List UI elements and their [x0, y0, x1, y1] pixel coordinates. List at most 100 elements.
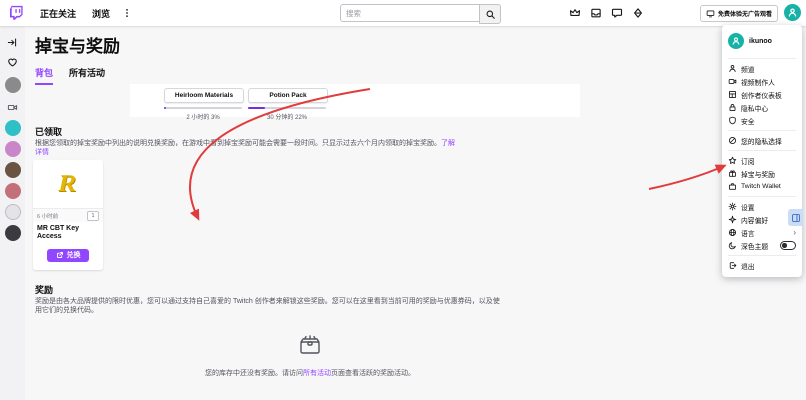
- menu-item-channel[interactable]: 频道: [722, 62, 802, 75]
- menu-item-video-producer[interactable]: 视频制作人: [722, 75, 802, 88]
- menu-item-safety[interactable]: 安全: [722, 114, 802, 127]
- user-dropdown-menu: ikunoo 频道 视频制作人 创作者仪表板 隐私中心 安全 您的隐私选择: [722, 25, 802, 277]
- person-icon: [731, 36, 741, 46]
- channel-avatar[interactable]: [5, 183, 21, 199]
- twitch-logo-icon[interactable]: [8, 5, 24, 21]
- collapsed-sidebar: [0, 26, 25, 400]
- browser-extension-widget[interactable]: [788, 209, 803, 226]
- topbar-icons: [569, 0, 644, 26]
- empty-text-pre: 您的库存中还没有奖励。请访问: [205, 370, 303, 377]
- search-bar: [340, 4, 501, 24]
- followed-channels-icon[interactable]: [0, 52, 25, 72]
- search-icon: [485, 9, 496, 20]
- channel-avatar[interactable]: [5, 120, 21, 136]
- logout-icon: [728, 261, 737, 270]
- menu-item-label: 视频制作人: [741, 77, 775, 87]
- campaign-button[interactable]: Heirloom Materials: [164, 88, 244, 103]
- turbo-trial-button[interactable]: 免费体验无广告观看: [700, 5, 778, 22]
- whispers-icon[interactable]: [611, 7, 623, 19]
- menu-item-label: 退出: [741, 261, 755, 271]
- shield-icon: [728, 116, 737, 125]
- more-menu-icon[interactable]: [122, 7, 132, 19]
- top-navigation-bar: 正在关注 浏览 免费体验无广告观看: [0, 0, 806, 26]
- all-campaigns-link[interactable]: 所有活动: [303, 370, 331, 377]
- redeem-label: 兑换: [67, 250, 81, 260]
- progress-fill: [248, 107, 265, 109]
- prime-crown-icon[interactable]: [569, 7, 581, 19]
- menu-user-row[interactable]: ikunoo: [722, 30, 802, 55]
- rewards-heading: 奖励: [35, 283, 53, 296]
- menu-item-label: 频道: [741, 64, 755, 74]
- progress-track: [164, 107, 242, 109]
- menu-item-label: 隐私中心: [741, 103, 768, 113]
- external-link-icon: [56, 251, 64, 259]
- menu-item-label: 您的隐私选择: [741, 136, 782, 146]
- star-icon: [728, 156, 737, 165]
- wallet-icon: [728, 182, 737, 191]
- menu-item-privacy-choices[interactable]: 您的隐私选择: [722, 134, 802, 147]
- menu-item-label: 内容偏好: [741, 215, 768, 225]
- dashboard-icon: [728, 90, 737, 99]
- menu-item-creator-dashboard[interactable]: 创作者仪表板: [722, 88, 802, 101]
- page-title: 掉宝与奖励: [35, 32, 120, 57]
- expand-sidebar-icon[interactable]: [0, 32, 25, 52]
- red-arrow-to-drops-menu-item: [649, 166, 724, 189]
- sparkle-icon: [728, 215, 737, 224]
- menu-item-label: Twitch Wallet: [741, 183, 781, 190]
- bits-icon[interactable]: [632, 7, 644, 19]
- menu-item-label: 掉宝与奖励: [741, 169, 775, 179]
- channel-avatar[interactable]: [5, 141, 21, 157]
- menu-item-drops-rewards[interactable]: 掉宝与奖励: [722, 167, 802, 180]
- twitch-drops-page: 正在关注 浏览 免费体验无广告观看: [0, 0, 806, 400]
- menu-item-label: 创作者仪表板: [741, 90, 782, 100]
- menu-divider: [728, 196, 796, 197]
- menu-item-dark-theme[interactable]: 深色主题: [722, 239, 802, 252]
- channel-avatar[interactable]: [5, 162, 21, 178]
- ad-free-icon: [706, 9, 715, 18]
- lock-icon: [728, 103, 737, 112]
- inbox-icon[interactable]: [590, 7, 602, 19]
- progress-track: [248, 107, 326, 109]
- menu-item-label: 语言: [741, 228, 755, 238]
- menu-username: ikunoo: [749, 38, 772, 45]
- dark-theme-toggle[interactable]: [780, 241, 796, 250]
- progress-fill: [164, 107, 166, 109]
- menu-item-subscriptions[interactable]: 订阅: [722, 154, 802, 167]
- drop-campaigns-strip: Heirloom Materials 2 小时的 3% Potion Pack …: [130, 84, 580, 117]
- claimed-description: 根据您领取的掉宝奖励中列出的说明兑换奖励，在游戏中看到掉宝奖励可能会需要一段时间…: [35, 139, 455, 158]
- search-button[interactable]: [479, 4, 501, 24]
- menu-avatar: [728, 33, 744, 49]
- search-input[interactable]: [340, 4, 479, 22]
- drop-image: R: [33, 160, 103, 209]
- count-badge: 1: [87, 211, 99, 221]
- menu-item-logout[interactable]: 退出: [722, 259, 802, 272]
- tab-inventory[interactable]: 背包: [35, 66, 53, 85]
- menu-divider: [728, 130, 796, 131]
- tab-all-campaigns[interactable]: 所有活动: [69, 66, 105, 85]
- claimed-time: 6 小时前: [37, 212, 58, 220]
- menu-item-twitch-wallet[interactable]: Twitch Wallet: [722, 180, 802, 193]
- turbo-trial-label: 免费体验无广告观看: [718, 9, 772, 18]
- redeem-button[interactable]: 兑换: [47, 249, 89, 262]
- menu-item-label: 安全: [741, 116, 755, 126]
- menu-divider: [728, 58, 796, 59]
- user-avatar[interactable]: [784, 4, 801, 21]
- globe-icon: [728, 228, 737, 237]
- progress-label: 30 分钟的 22%: [248, 112, 326, 121]
- nav-browse[interactable]: 浏览: [92, 7, 110, 20]
- claimed-description-text: 根据您领取的掉宝奖励中列出的说明兑换奖励，在游戏中看到掉宝奖励可能会需要一段时间…: [35, 140, 441, 147]
- channel-avatar[interactable]: [5, 225, 21, 241]
- drop-meta: 6 小时前 1: [33, 209, 103, 222]
- nav-following[interactable]: 正在关注: [40, 7, 76, 20]
- chevron-right-icon: ›: [793, 229, 796, 237]
- campaign-button[interactable]: Potion Pack: [248, 88, 328, 103]
- tab-bar: 背包 所有活动: [35, 66, 105, 85]
- channel-avatar[interactable]: [5, 77, 21, 93]
- menu-item-privacy-center[interactable]: 隐私中心: [722, 101, 802, 114]
- offline-channel-icon[interactable]: [0, 99, 25, 115]
- drop-name: MR CBT Key Access: [33, 222, 103, 246]
- claimed-heading: 已领取: [35, 125, 62, 138]
- channel-avatar[interactable]: [5, 204, 21, 220]
- menu-item-language[interactable]: 语言 ›: [722, 226, 802, 239]
- campaign-card: Potion Pack 30 分钟的 22%: [248, 88, 326, 121]
